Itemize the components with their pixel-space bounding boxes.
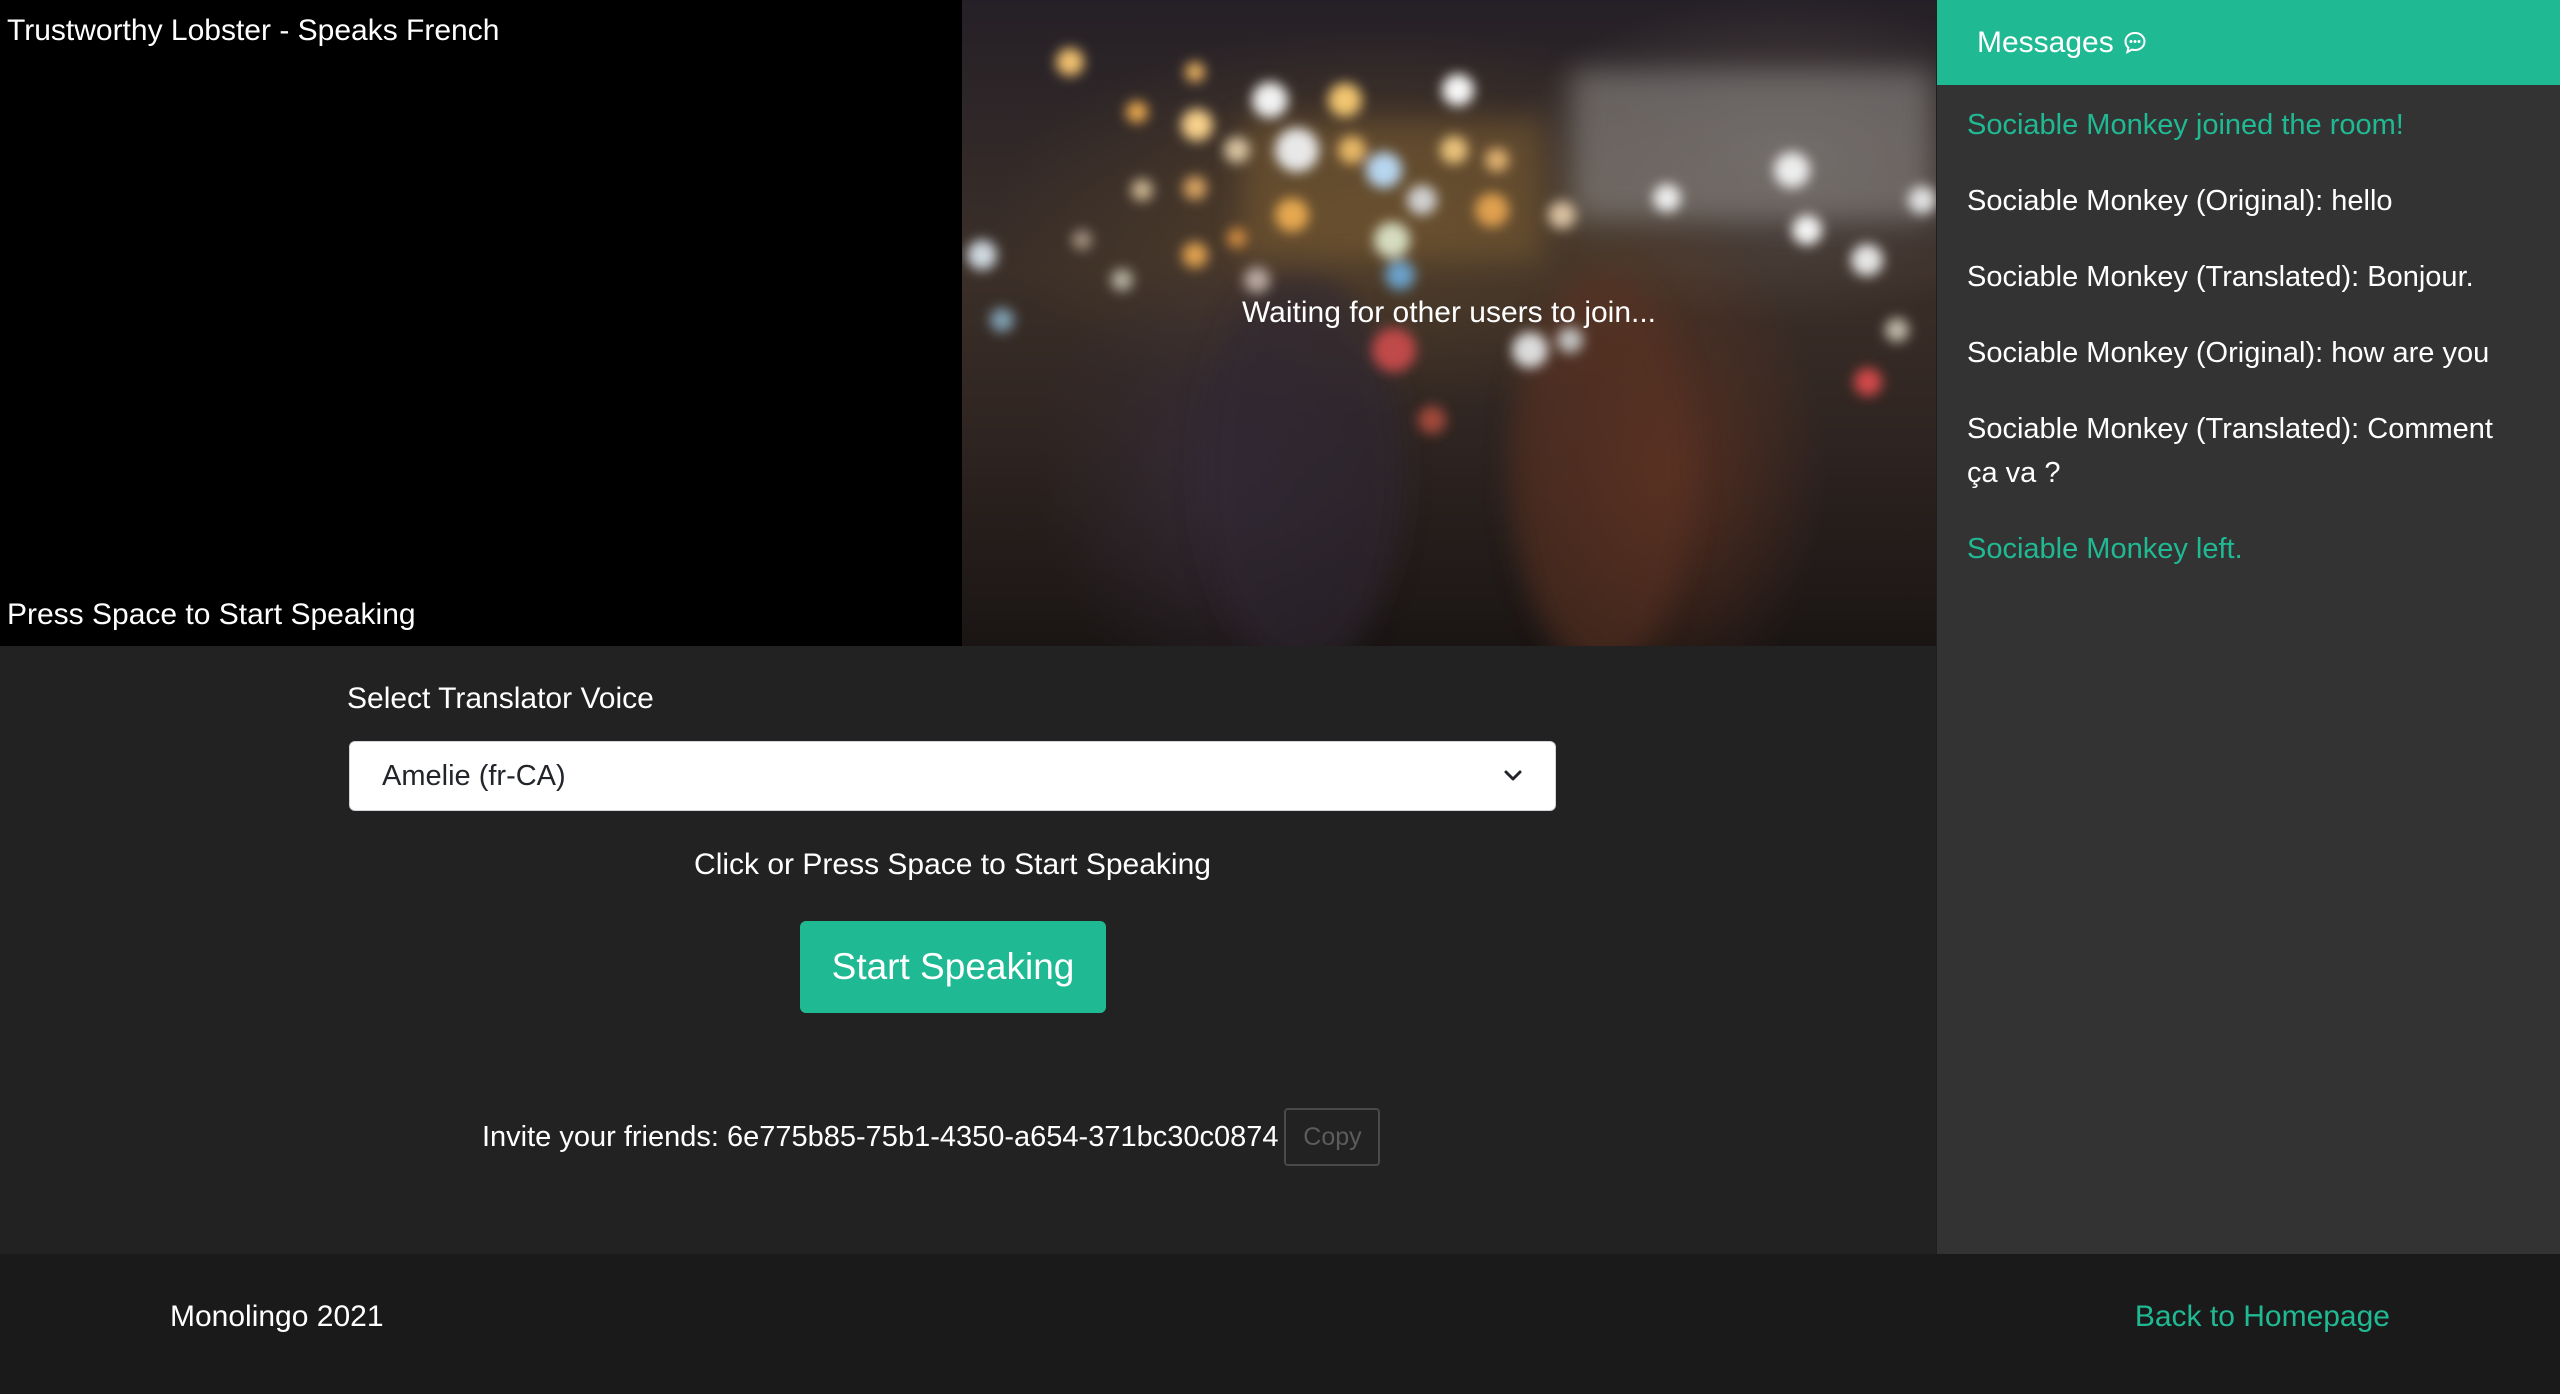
voice-select-value: Amelie (fr-CA) — [382, 759, 566, 792]
messages-panel: Messages Sociable Monkey joined the room… — [1937, 0, 2560, 1254]
messages-header: Messages — [1937, 0, 2560, 85]
speak-hint: Click or Press Space to Start Speaking — [694, 848, 1211, 881]
footer: Monolingo 2021 Back to Homepage — [0, 1254, 2560, 1394]
local-user-label: Trustworthy Lobster - Speaks French — [7, 14, 500, 47]
local-video: Trustworthy Lobster - Speaks French Pres… — [0, 0, 962, 646]
controls-section: Select Translator Voice Amelie (fr-CA) C… — [0, 646, 1936, 1254]
remote-video: Waiting for other users to join... — [962, 0, 1936, 646]
invite-text: Invite your friends: 6e775b85-75b1-4350-… — [482, 1120, 1279, 1153]
message-item: Sociable Monkey left. — [1967, 533, 2243, 565]
message-item: Sociable Monkey (Translated): Comment ça… — [1967, 413, 2493, 489]
chevron-down-icon — [1503, 769, 1523, 783]
app-root: Trustworthy Lobster - Speaks French Pres… — [0, 0, 2560, 1394]
message-item: Sociable Monkey (Translated): Bonjour. — [1967, 261, 2474, 293]
message-item: Sociable Monkey joined the room! — [1967, 109, 2404, 141]
copy-button[interactable]: Copy — [1284, 1108, 1381, 1166]
local-speak-hint: Press Space to Start Speaking — [7, 598, 416, 631]
waiting-status: Waiting for other users to join... — [1241, 296, 1657, 329]
messages-title: Messages — [1977, 25, 2114, 59]
start-speaking-button[interactable]: Start Speaking — [800, 921, 1106, 1013]
invite-row: Invite your friends: 6e775b85-75b1-4350-… — [482, 1108, 1381, 1166]
translator-voice-select[interactable]: Amelie (fr-CA) — [349, 741, 1556, 811]
chat-bubble-icon — [2122, 30, 2148, 56]
back-to-homepage-link[interactable]: Back to Homepage — [2135, 1300, 2390, 1334]
message-item: Sociable Monkey (Original): hello — [1967, 185, 2393, 217]
voice-select-label: Select Translator Voice — [347, 682, 654, 715]
message-item: Sociable Monkey (Original): how are you — [1967, 337, 2490, 369]
message-list: Sociable Monkey joined the room! Sociabl… — [1937, 103, 2560, 571]
footer-brand: Monolingo 2021 — [170, 1300, 384, 1333]
